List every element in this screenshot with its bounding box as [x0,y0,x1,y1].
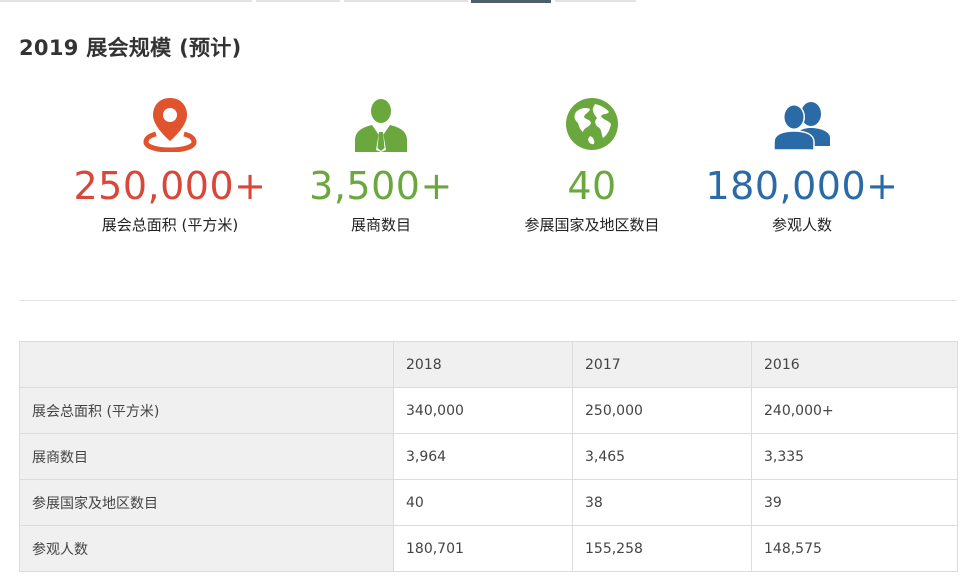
table-header-row: 2018 2017 2016 [19,341,958,388]
stat-value: 3,500+ [309,164,453,208]
tab[interactable] [555,0,636,2]
table-header-cell: 2016 [751,341,958,388]
table-cell: 155,258 [572,525,752,572]
stat-label: 参观人数 [771,216,832,234]
table-cell: 3,335 [751,433,958,480]
section-title: 2019 展会规模 (预计) [19,36,242,60]
table-cell: 148,575 [751,525,958,572]
stat-value: 250,000+ [73,164,267,208]
stat-label: 展会总面积 (平方米) [101,216,239,234]
table-cell: 3,964 [393,433,573,480]
table-row: 参展国家及地区数目 40 38 39 [19,479,958,526]
tab[interactable] [0,0,252,2]
stat-visitors: 180,000+ 参观人数 [692,90,912,235]
table-row: 参观人数 180,701 155,258 148,575 [19,525,958,572]
table-cell: 38 [572,479,752,526]
businessman-icon [271,90,491,152]
people-icon [692,90,912,152]
globe-icon [482,90,702,152]
stat-label: 参展国家及地区数目 [524,216,660,234]
stat-total-area: 250,000+ 展会总面积 (平方米) [60,90,280,235]
table-cell: 180,701 [393,525,573,572]
table-cell: 340,000 [393,387,573,434]
tab[interactable] [344,0,468,2]
table-row-label: 参展国家及地区数目 [19,479,394,526]
table-cell: 240,000+ [751,387,958,434]
stats-comparison-table: 2018 2017 2016 展会总面积 (平方米) 340,000 250,0… [19,341,958,572]
stat-countries: 40 参展国家及地区数目 [482,90,702,235]
table-row-label: 参观人数 [19,525,394,572]
table-header-cell: 2017 [572,341,752,388]
table-header-cell [19,341,394,388]
stat-value: 180,000+ [705,164,899,208]
stat-value: 40 [567,164,617,208]
table-row-label: 展商数目 [19,433,394,480]
divider [19,300,957,301]
table-header-cell: 2018 [393,341,573,388]
table-cell: 40 [393,479,573,526]
table-row: 展会总面积 (平方米) 340,000 250,000 240,000+ [19,387,958,434]
tab[interactable] [256,0,340,2]
map-pin-icon [60,90,280,152]
stat-label: 展商数目 [350,216,411,234]
table-row: 展商数目 3,964 3,465 3,335 [19,433,958,480]
top-tab-strip [0,0,970,3]
table-cell: 250,000 [572,387,752,434]
table-cell: 3,465 [572,433,752,480]
table-row-label: 展会总面积 (平方米) [19,387,394,434]
tab-active[interactable] [471,0,551,3]
stat-exhibitors: 3,500+ 展商数目 [271,90,491,235]
table-cell: 39 [751,479,958,526]
